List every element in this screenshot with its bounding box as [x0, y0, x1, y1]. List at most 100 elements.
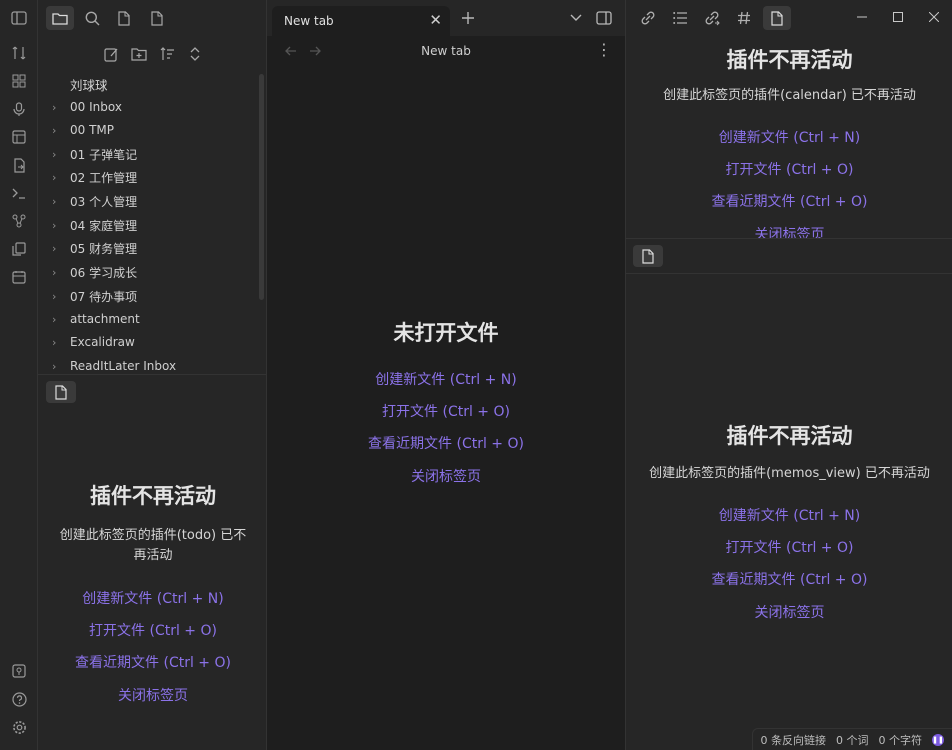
calendar-icon[interactable]: [9, 267, 29, 287]
pane-divider[interactable]: [38, 374, 267, 375]
folder-item[interactable]: › 02 工作管理: [52, 166, 137, 188]
obsidian-window: 刘球球 › 00 Inbox › 00 TMP › 01 子弹笔记 › 02 工作管理 …: [0, 0, 952, 750]
folder-label: 00 Inbox: [70, 100, 122, 114]
close-tab-link[interactable]: 关闭标签页: [46, 685, 260, 705]
switcher-icon[interactable]: [9, 43, 29, 63]
graph-icon[interactable]: [9, 211, 29, 231]
canvas-icon[interactable]: [9, 127, 29, 147]
panel-title: 插件不再活动: [90, 484, 216, 508]
folder-label: 02 工作管理: [70, 170, 138, 185]
vault-name[interactable]: 刘球球: [70, 75, 108, 94]
tab-file-icon[interactable]: [46, 381, 76, 403]
tag-icon[interactable]: [730, 6, 758, 30]
create-file-link[interactable]: 创建新文件 (Ctrl + N): [626, 505, 952, 525]
open-file-link[interactable]: 打开文件 (Ctrl + O): [46, 620, 260, 640]
backlinks-icon[interactable]: [634, 6, 662, 30]
status-bar: 0 条反向链接 0 个词 0 个字符 ❚❚: [751, 728, 952, 750]
toggle-sidebar-icon[interactable]: [9, 8, 29, 28]
sort-icon[interactable]: [155, 42, 179, 66]
outgoing-links-icon[interactable]: [698, 6, 726, 30]
search-icon[interactable]: [78, 6, 106, 30]
file-icon[interactable]: [763, 6, 791, 30]
sync-status-icon[interactable]: ❚❚: [932, 733, 944, 746]
close-tab-link[interactable]: 关闭标签页: [626, 224, 952, 238]
expand-collapse-icon[interactable]: [183, 42, 207, 66]
file-icon[interactable]: [110, 6, 138, 30]
mic-icon[interactable]: [9, 99, 29, 119]
view-header: New tab ⋮: [267, 36, 625, 66]
export-icon[interactable]: [9, 155, 29, 175]
folder-label: attachment: [70, 312, 140, 326]
word-count: 0 个词: [836, 733, 869, 747]
panel-title: 插件不再活动: [726, 48, 853, 72]
file-icon[interactable]: [143, 6, 171, 30]
tab-header-divider: [626, 273, 952, 274]
folder-label: 00 TMP: [70, 123, 115, 137]
create-file-link[interactable]: 创建新文件 (Ctrl + N): [626, 127, 952, 147]
chevron-down-icon[interactable]: [565, 7, 587, 29]
folder-label: 04 家庭管理: [70, 218, 138, 233]
folder-item[interactable]: › ReadItLater Inbox: [52, 355, 176, 371]
folder-item[interactable]: › 04 家庭管理: [52, 214, 137, 236]
plus-icon[interactable]: [457, 7, 479, 29]
panel-description: 创建此标签页的插件(memos_view) 已不再活动: [649, 466, 930, 481]
settings-icon[interactable]: [9, 717, 29, 737]
close-tab-link[interactable]: 关闭标签页: [626, 602, 952, 622]
right-sidebar: 插件不再活动 创建此标签页的插件(calendar) 已不再活动 创建新文件 (…: [625, 0, 952, 750]
chevron-right-icon: ›: [52, 123, 57, 137]
close-tab-link[interactable]: 关闭标签页: [267, 466, 625, 486]
create-file-link[interactable]: 创建新文件 (Ctrl + N): [267, 369, 625, 389]
folder-icon[interactable]: [46, 6, 74, 30]
close-icon[interactable]: ✕: [429, 11, 442, 29]
panel-description: 创建此标签页的插件(todo) 已不再活动: [59, 528, 247, 563]
folder-label: ReadItLater Inbox: [70, 359, 177, 371]
file-tree-scrollbar[interactable]: [259, 74, 264, 300]
outline-icon[interactable]: [666, 6, 694, 30]
tab-file-icon[interactable]: [633, 245, 663, 267]
folder-item[interactable]: › 00 Inbox: [52, 96, 122, 118]
tab-new-tab[interactable]: New tab ✕: [272, 6, 450, 36]
vault-icon[interactable]: [9, 661, 29, 681]
plugin-inactive-panel: 插件不再活动 创建此标签页的插件(calendar) 已不再活动 创建新文件 (…: [626, 44, 952, 238]
folder-item[interactable]: › 00 TMP: [52, 119, 114, 141]
panel-description: 创建此标签页的插件(calendar) 已不再活动: [663, 88, 916, 103]
new-folder-icon[interactable]: [127, 42, 151, 66]
pane-divider[interactable]: [626, 238, 952, 239]
blocks-icon[interactable]: [9, 71, 29, 91]
recent-files-link[interactable]: 查看近期文件 (Ctrl + O): [626, 191, 952, 211]
copy-icon[interactable]: [9, 239, 29, 259]
open-file-link[interactable]: 打开文件 (Ctrl + O): [626, 159, 952, 179]
toggle-right-sidebar-icon[interactable]: [593, 7, 615, 29]
folder-label: 03 个人管理: [70, 194, 138, 209]
folder-item[interactable]: › attachment: [52, 308, 140, 330]
folder-item[interactable]: › 07 待办事项: [52, 285, 137, 307]
new-note-icon[interactable]: [99, 42, 123, 66]
chevron-right-icon: ›: [52, 241, 57, 255]
chevron-right-icon: ›: [52, 194, 57, 208]
minimize-icon[interactable]: [852, 8, 872, 26]
create-file-link[interactable]: 创建新文件 (Ctrl + N): [46, 588, 260, 608]
panel-title: 插件不再活动: [726, 424, 853, 448]
terminal-icon[interactable]: [9, 183, 29, 203]
folder-item[interactable]: › 03 个人管理: [52, 190, 137, 212]
folder-item[interactable]: › 01 子弹笔记: [52, 143, 137, 165]
empty-title: 未打开文件: [393, 321, 499, 345]
recent-files-link[interactable]: 查看近期文件 (Ctrl + O): [46, 652, 260, 672]
open-file-link[interactable]: 打开文件 (Ctrl + O): [267, 401, 625, 421]
backlink-count[interactable]: 0 条反向链接: [761, 732, 827, 748]
folder-item[interactable]: › Excalidraw: [52, 331, 135, 353]
more-options-icon[interactable]: ⋮: [596, 40, 612, 59]
empty-state: 未打开文件 创建新文件 (Ctrl + N) 打开文件 (Ctrl + O) 查…: [267, 317, 625, 486]
left-sidebar-header: [38, 0, 267, 36]
folder-item[interactable]: › 05 财务管理: [52, 237, 137, 259]
recent-files-link[interactable]: 查看近期文件 (Ctrl + O): [267, 433, 625, 453]
close-window-icon[interactable]: [924, 8, 944, 26]
help-icon[interactable]: [9, 689, 29, 709]
open-file-link[interactable]: 打开文件 (Ctrl + O): [626, 537, 952, 557]
chevron-right-icon: ›: [52, 100, 57, 114]
maximize-icon[interactable]: [888, 8, 908, 26]
recent-files-link[interactable]: 查看近期文件 (Ctrl + O): [626, 569, 952, 589]
folder-label: Excalidraw: [70, 335, 135, 349]
folder-item[interactable]: › 06 学习成长: [52, 261, 137, 283]
ribbon: [0, 0, 38, 750]
